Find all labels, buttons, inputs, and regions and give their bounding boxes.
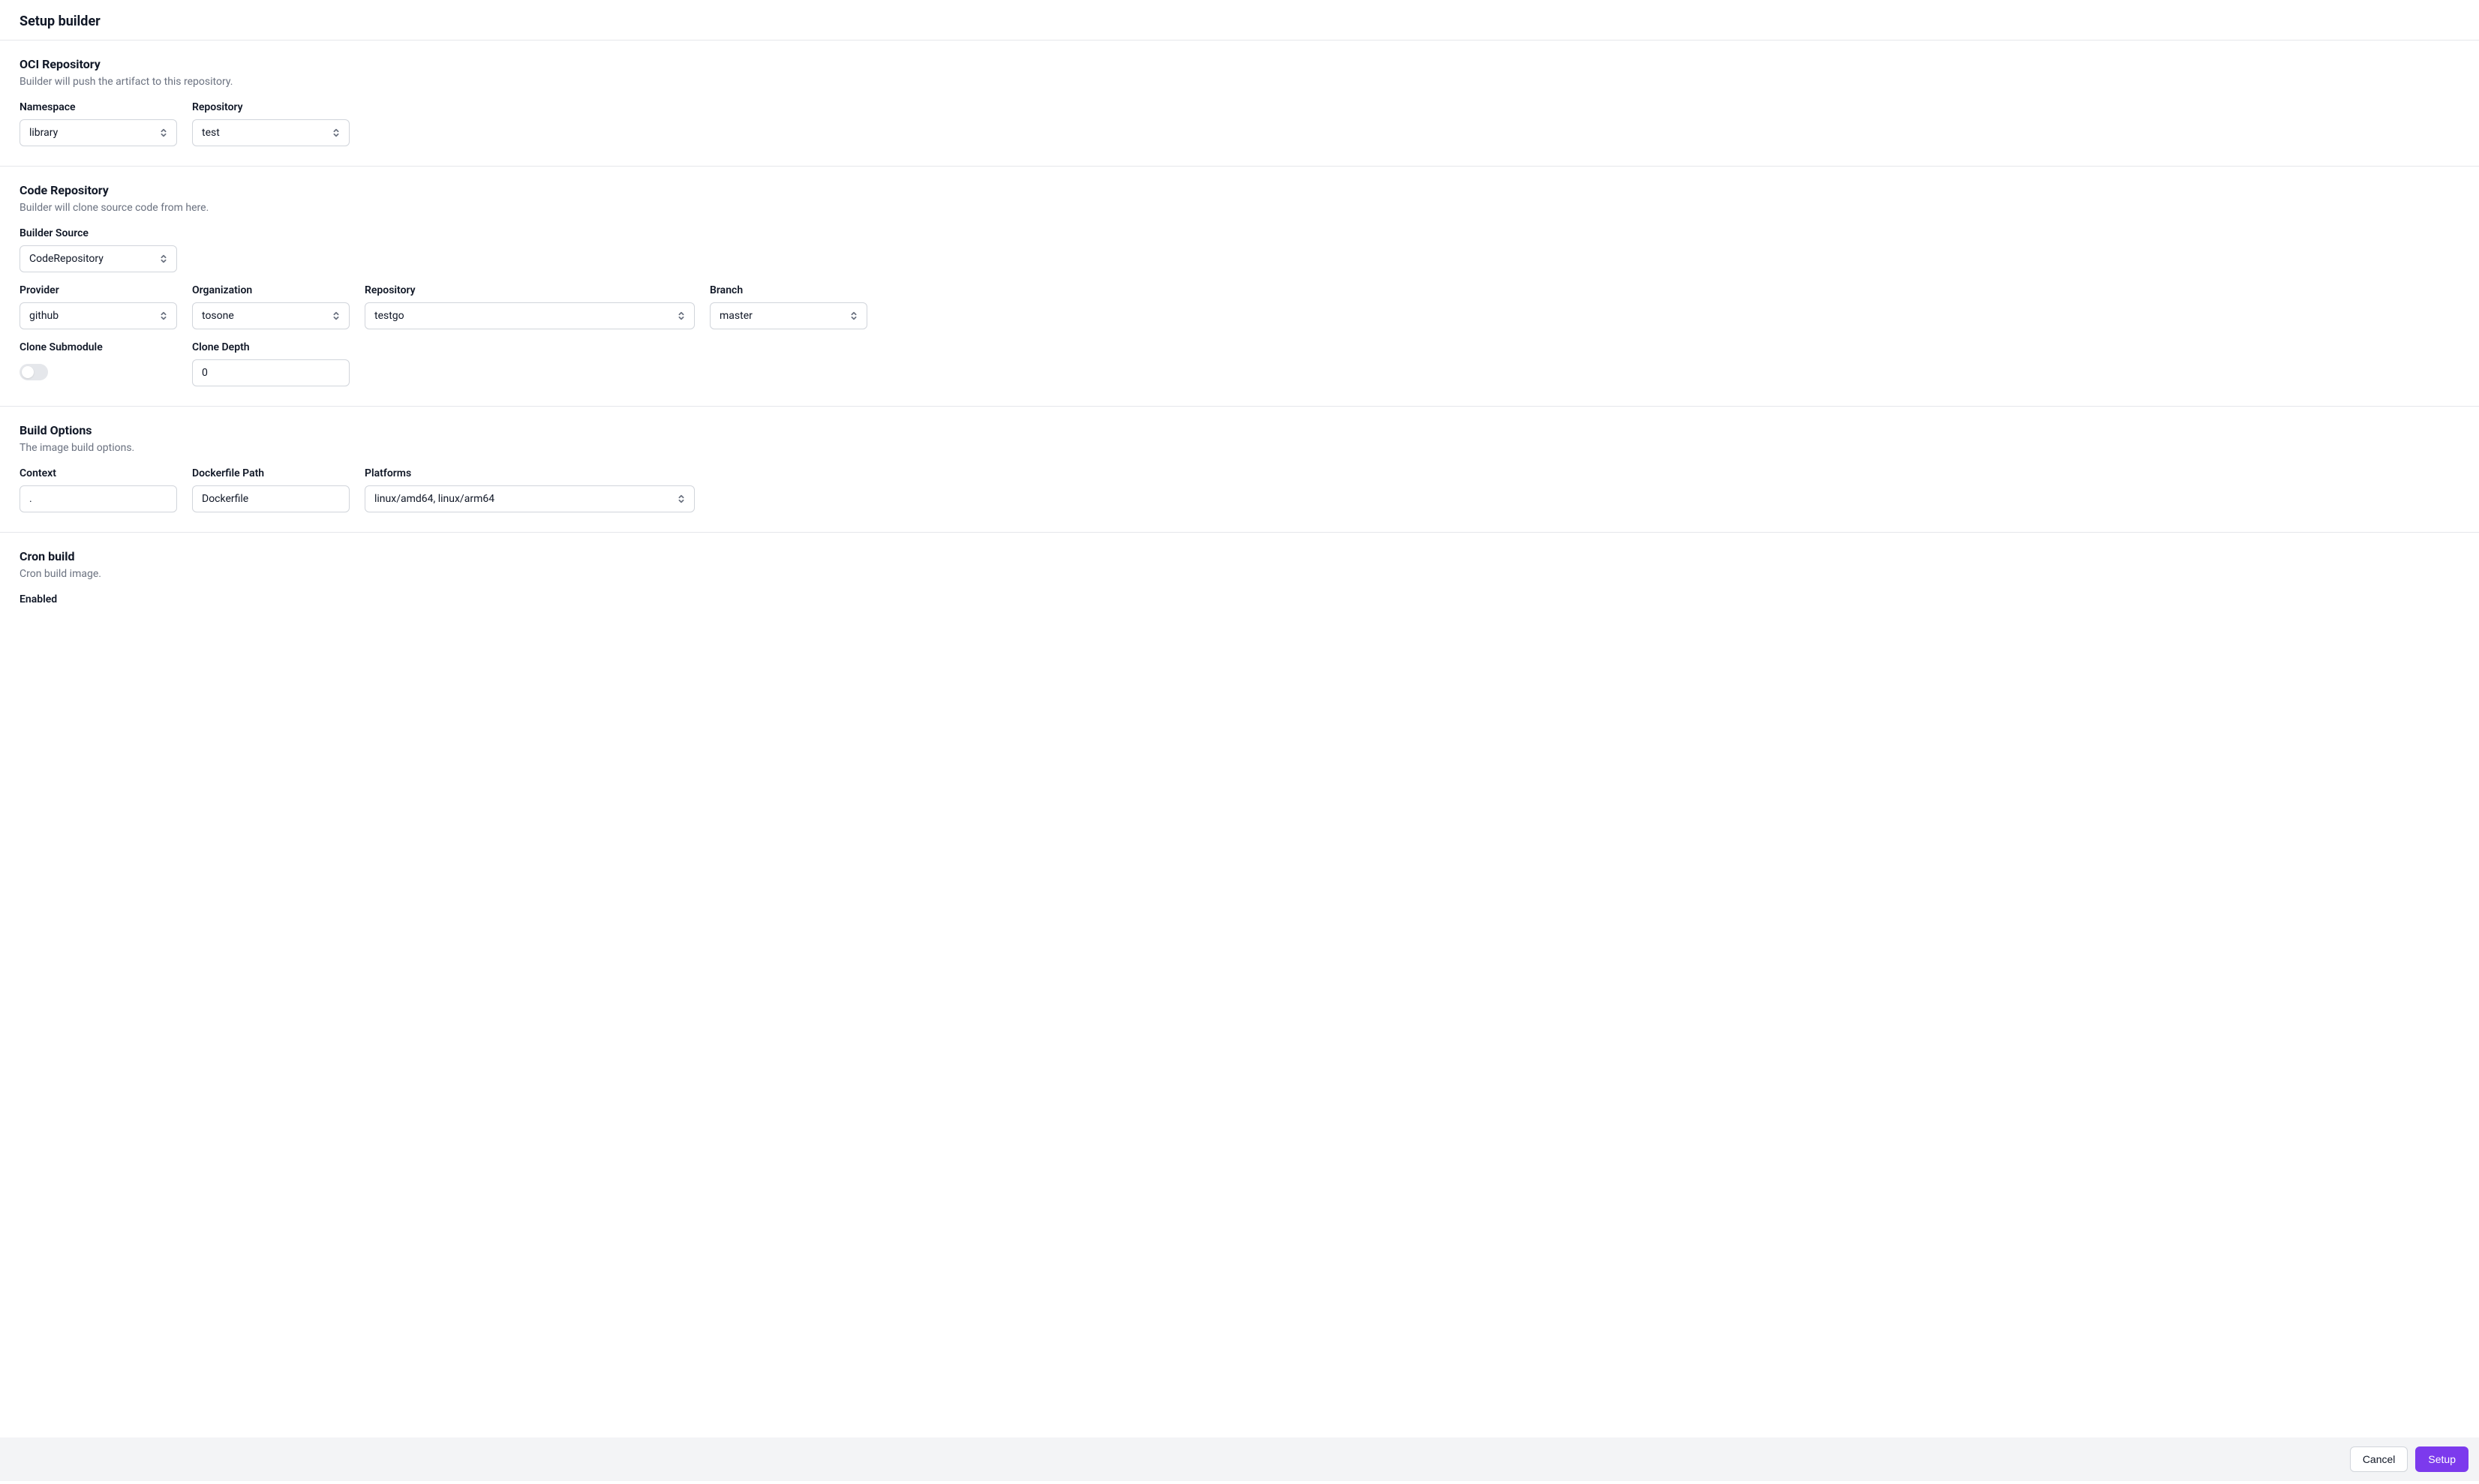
namespace-select[interactable]: library <box>20 119 177 146</box>
builder-source-value: CodeRepository <box>29 253 104 265</box>
chevron-updown-icon <box>676 494 687 504</box>
clone-submodule-field: Clone Submodule <box>20 341 177 386</box>
code-repository-label: Repository <box>365 284 695 296</box>
page-title: Setup builder <box>0 0 2479 41</box>
provider-value: github <box>29 310 59 322</box>
clone-submodule-label: Clone Submodule <box>20 341 177 353</box>
dockerfile-field: Dockerfile Path Dockerfile <box>192 467 350 512</box>
builder-source-select[interactable]: CodeRepository <box>20 245 177 272</box>
code-desc: Builder will clone source code from here… <box>20 202 2459 214</box>
branch-field: Branch master <box>710 284 867 329</box>
platforms-value: linux/amd64, linux/arm64 <box>374 493 494 505</box>
code-title: Code Repository <box>20 183 2459 197</box>
dockerfile-value: Dockerfile <box>202 493 248 505</box>
oci-section: OCI Repository Builder will push the art… <box>0 41 2479 167</box>
builder-source-label: Builder Source <box>20 227 177 239</box>
footer: Cancel Setup <box>0 1437 2479 1481</box>
code-repository-value: testgo <box>374 310 404 322</box>
clone-depth-label: Clone Depth <box>192 341 350 353</box>
clone-depth-value: 0 <box>202 367 208 379</box>
cron-enabled-field: Enabled <box>20 593 57 611</box>
chevron-updown-icon <box>158 254 169 264</box>
namespace-value: library <box>29 127 58 139</box>
build-desc: The image build options. <box>20 442 2459 454</box>
oci-repository-value: test <box>202 127 220 139</box>
build-title: Build Options <box>20 423 2459 437</box>
context-input[interactable]: . <box>20 485 177 512</box>
chevron-updown-icon <box>158 128 169 138</box>
cron-desc: Cron build image. <box>20 568 2459 580</box>
builder-source-field: Builder Source CodeRepository <box>20 227 177 272</box>
platforms-field: Platforms linux/amd64, linux/arm64 <box>365 467 695 512</box>
oci-repository-label: Repository <box>192 101 350 113</box>
clone-depth-field: Clone Depth 0 <box>192 341 350 386</box>
context-label: Context <box>20 467 177 479</box>
namespace-field: Namespace library <box>20 101 177 146</box>
oci-desc: Builder will push the artifact to this r… <box>20 76 2459 88</box>
code-repository-field: Repository testgo <box>365 284 695 329</box>
branch-select[interactable]: master <box>710 302 867 329</box>
code-repository-select[interactable]: testgo <box>365 302 695 329</box>
chevron-updown-icon <box>676 311 687 321</box>
cron-enabled-label: Enabled <box>20 593 57 605</box>
chevron-updown-icon <box>158 311 169 321</box>
dockerfile-input[interactable]: Dockerfile <box>192 485 350 512</box>
cancel-button[interactable]: Cancel <box>2350 1446 2408 1472</box>
organization-value: tosone <box>202 310 234 322</box>
cron-title: Cron build <box>20 549 2459 563</box>
clone-depth-input[interactable]: 0 <box>192 359 350 386</box>
branch-label: Branch <box>710 284 867 296</box>
organization-field: Organization tosone <box>192 284 350 329</box>
setup-button[interactable]: Setup <box>2415 1446 2468 1472</box>
organization-select[interactable]: tosone <box>192 302 350 329</box>
oci-title: OCI Repository <box>20 57 2459 71</box>
context-field: Context . <box>20 467 177 512</box>
platforms-select[interactable]: linux/amd64, linux/arm64 <box>365 485 695 512</box>
platforms-label: Platforms <box>365 467 695 479</box>
provider-select[interactable]: github <box>20 302 177 329</box>
branch-value: master <box>720 310 753 322</box>
chevron-updown-icon <box>331 128 341 138</box>
cron-section: Cron build Cron build image. Enabled <box>0 533 2479 619</box>
context-value: . <box>29 493 32 505</box>
chevron-updown-icon <box>331 311 341 321</box>
chevron-updown-icon <box>849 311 859 321</box>
clone-submodule-toggle[interactable] <box>20 364 48 380</box>
code-section: Code Repository Builder will clone sourc… <box>0 167 2479 407</box>
organization-label: Organization <box>192 284 350 296</box>
build-section: Build Options The image build options. C… <box>0 407 2479 533</box>
oci-repository-select[interactable]: test <box>192 119 350 146</box>
provider-field: Provider github <box>20 284 177 329</box>
namespace-label: Namespace <box>20 101 177 113</box>
dockerfile-label: Dockerfile Path <box>192 467 350 479</box>
oci-repository-field: Repository test <box>192 101 350 146</box>
provider-label: Provider <box>20 284 177 296</box>
